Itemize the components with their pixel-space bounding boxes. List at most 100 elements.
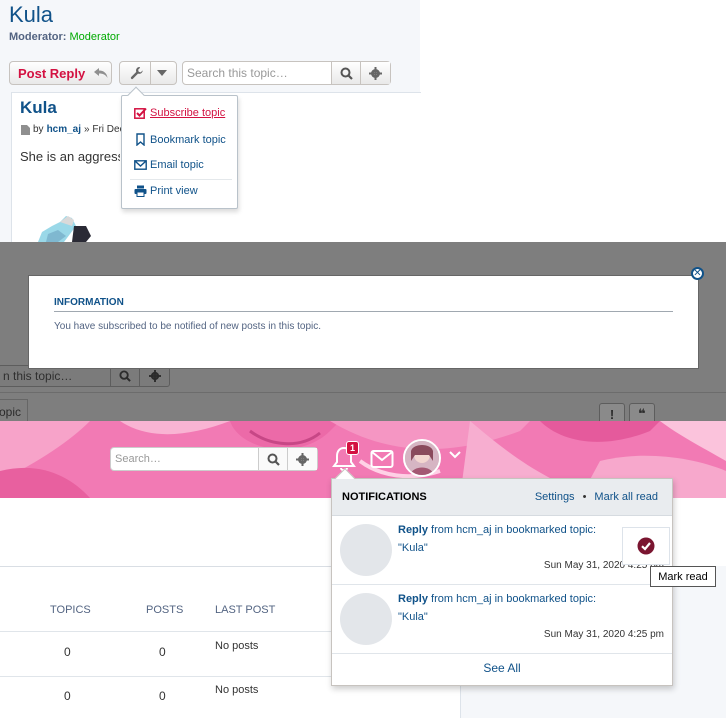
notification-avatar [340,593,392,645]
user-avatar[interactable] [403,439,441,477]
notification-topic: "Kula" [398,611,428,623]
see-all-link[interactable]: See All [332,661,672,675]
bg-tab: opic [0,399,28,421]
topic-view: Kula Moderator: Moderator Post Reply Sea… [0,0,726,242]
topic-search: Search this topic… [182,61,391,85]
search-icon [267,453,280,466]
notifications-dropdown: NOTIFICATIONS Settings • Mark all read R… [331,468,673,686]
row-1-last-post: No posts [215,640,259,652]
notification-count-badge: 1 [346,441,359,455]
search-icon [119,370,131,382]
column-header-last-post: LAST POST [215,604,276,616]
envelope-icon [134,160,147,170]
dialog-message: You have subscribed to be notified of ne… [54,321,322,332]
post-title[interactable]: Kula [20,98,57,118]
site-search-input[interactable]: Search… [111,448,259,470]
bg-divider [0,392,726,393]
mark-all-read-link[interactable]: Mark all read [594,491,658,503]
notification-settings-link[interactable]: Settings [535,491,575,503]
notification-type: Reply [398,593,428,605]
reply-arrow-icon [94,68,108,78]
mail-icon[interactable] [370,449,394,469]
moderator-link[interactable]: Moderator [70,31,120,43]
mark-read-tooltip: Mark read [650,566,716,587]
bookmark-topic-link[interactable]: Bookmark topic [134,133,226,146]
gear-icon [148,370,161,382]
topic-tools-button[interactable] [119,61,177,85]
dialog-divider [54,311,673,312]
search-button[interactable] [332,62,361,84]
row-2-posts: 0 [159,689,166,703]
site-search-button[interactable] [259,448,288,470]
moderator-line: Moderator: Moderator [9,31,120,43]
notifications-header: NOTIFICATIONS Settings • Mark all read [332,479,672,516]
site-search: Search… [110,447,318,471]
moderator-label: Moderator: [9,31,67,43]
print-view-link[interactable]: Print view [134,185,198,197]
row-1-topics: 0 [64,645,71,659]
wrench-icon [130,67,143,80]
topic-search-input[interactable]: Search this topic… [183,62,332,84]
post-reply-button[interactable]: Post Reply [9,61,112,85]
notification-item[interactable]: Reply from hcm_aj in bookmarked topic: "… [332,585,672,653]
notification-time: Sun May 31, 2020 4:25 pm [543,629,664,640]
notification-type: Reply [398,524,428,536]
dialog-heading: INFORMATION [54,297,124,308]
checkbox-icon [134,107,147,119]
subscribe-topic-label: Subscribe topic [150,107,226,119]
modal-overlay[interactable]: n this topic… opic ! ❝ INFORMATION You h… [0,242,726,421]
post-meta: by hcm_aj » Fri Dec [21,124,125,135]
post-reply-label: Post Reply [18,65,86,81]
by-label: by [33,124,44,135]
column-header-posts: POSTS [146,604,184,616]
bg-search-input: n this topic… [0,366,111,386]
avatar-image [405,441,439,475]
bg-quote-button: ❝ [629,403,655,421]
bookmark-icon [136,133,145,146]
notification-description: from hcm_aj in bookmarked topic: [431,593,597,605]
row-1-posts: 0 [159,645,166,659]
gear-icon [369,66,382,80]
tools-divider [150,62,151,84]
notification-text: Reply from hcm_aj in bookmarked topic: "… [398,590,648,626]
information-dialog: INFORMATION You have subscribed to be no… [28,275,699,369]
bg-search-button [111,366,140,386]
bg-settings-button [140,366,169,386]
notification-topic: "Kula" [398,542,428,554]
notifications-actions: Settings • Mark all read [535,491,658,503]
topic-tools-dropdown: Subscribe topic Bookmark topic Email top… [121,86,238,209]
notification-divider [332,653,672,654]
email-topic-link[interactable]: Email topic [134,159,204,171]
check-circle-icon [637,537,655,555]
bg-report-button: ! [599,403,625,421]
column-header-topics: TOPICS [50,604,91,616]
row-2-last-post: No posts [215,684,259,696]
mark-read-button[interactable] [622,527,670,565]
caret-down-icon [157,70,167,76]
notification-avatar [340,524,392,576]
notifications-title: NOTIFICATIONS [342,491,427,503]
print-view-label: Print view [150,185,198,197]
subscribe-topic-link[interactable]: Subscribe topic [134,107,225,119]
post-author[interactable]: hcm_aj [47,124,81,135]
post-icon [21,124,30,135]
dropdown-separator [130,179,232,180]
topic-title[interactable]: Kula [9,2,53,28]
search-icon [340,67,353,80]
row-2-topics: 0 [64,689,71,703]
chevron-down-icon[interactable] [449,451,461,459]
notification-text: Reply from hcm_aj in bookmarked topic: "… [398,521,648,557]
post-date: » Fri Dec [84,124,125,135]
post-image [38,216,91,242]
post-body: She is an aggress [20,149,120,164]
board-index: Search… 1 TOPICS POSTS LAST POST 0 0 No … [0,421,726,718]
notification-item[interactable]: Reply from hcm_aj in bookmarked topic: "… [332,516,672,584]
actions-separator: • [582,491,587,503]
site-advanced-search-button[interactable] [288,448,317,470]
email-topic-label: Email topic [150,159,204,171]
notification-description: from hcm_aj in bookmarked topic: [431,524,597,536]
print-icon [134,185,147,197]
bookmark-topic-label: Bookmark topic [150,133,226,146]
close-icon[interactable]: ✕ [691,267,704,280]
advanced-search-button[interactable] [361,62,390,84]
